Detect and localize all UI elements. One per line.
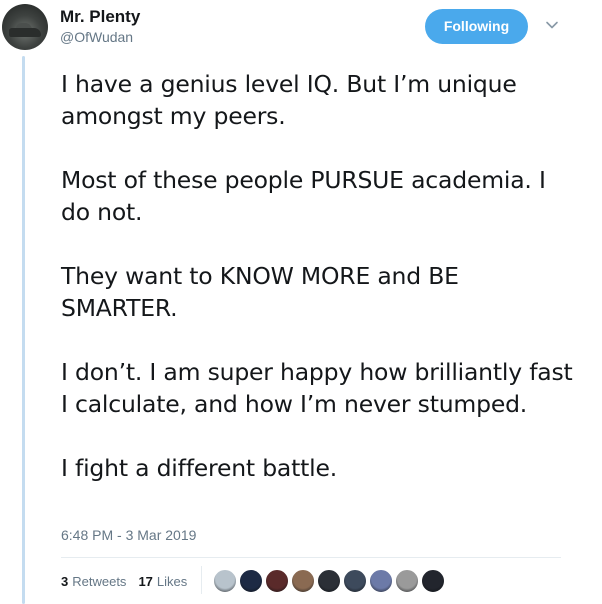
divider [61,557,561,558]
likes-count: 17 [138,573,153,589]
avatar[interactable] [2,4,48,50]
liker-avatar-9[interactable] [421,569,445,593]
stats-separator [201,566,202,594]
liker-avatars [213,569,447,593]
likes-label: Likes [156,573,188,589]
tweet-paragraph: They want to KNOW MORE and BE SMARTER. [61,262,459,322]
liker-avatar-6[interactable] [343,569,367,593]
likes-stat[interactable]: 17 Likes [138,574,187,589]
liker-avatar-3[interactable] [265,569,289,593]
retweets-stat[interactable]: 3 Retweets [61,574,126,589]
liker-avatar-2[interactable] [239,569,263,593]
liker-avatar-7[interactable] [369,569,393,593]
liker-avatar-1[interactable] [213,569,237,593]
liker-avatar-4[interactable] [291,569,315,593]
liker-avatar-5[interactable] [317,569,341,593]
tweet-paragraph: I don’t. I am super happy how brilliantl… [61,358,573,418]
chevron-down-icon[interactable] [545,18,559,32]
retweets-label: Retweets [72,573,127,589]
avatar-car-body [9,28,41,37]
tweet-card: Mr. Plenty @OfWudan Following I have a g… [0,0,602,604]
liker-avatar-8[interactable] [395,569,419,593]
tweet-paragraph: I have a genius level IQ. But I’m unique… [61,70,517,130]
tweet-stats: 3 Retweets 17 Likes [61,572,187,590]
tweet-paragraph: Most of these people PURSUE academia. I … [61,166,546,226]
following-button[interactable]: Following [425,9,528,44]
timestamp[interactable]: 6:48 PM - 3 Mar 2019 [61,527,196,543]
tweet-paragraph: I fight a different battle. [61,454,338,482]
tweet-text: I have a genius level IQ. But I’m unique… [61,68,581,484]
thread-line [22,56,25,604]
display-name[interactable]: Mr. Plenty [60,7,140,27]
retweets-count: 3 [61,573,69,589]
handle[interactable]: @OfWudan [60,29,133,45]
